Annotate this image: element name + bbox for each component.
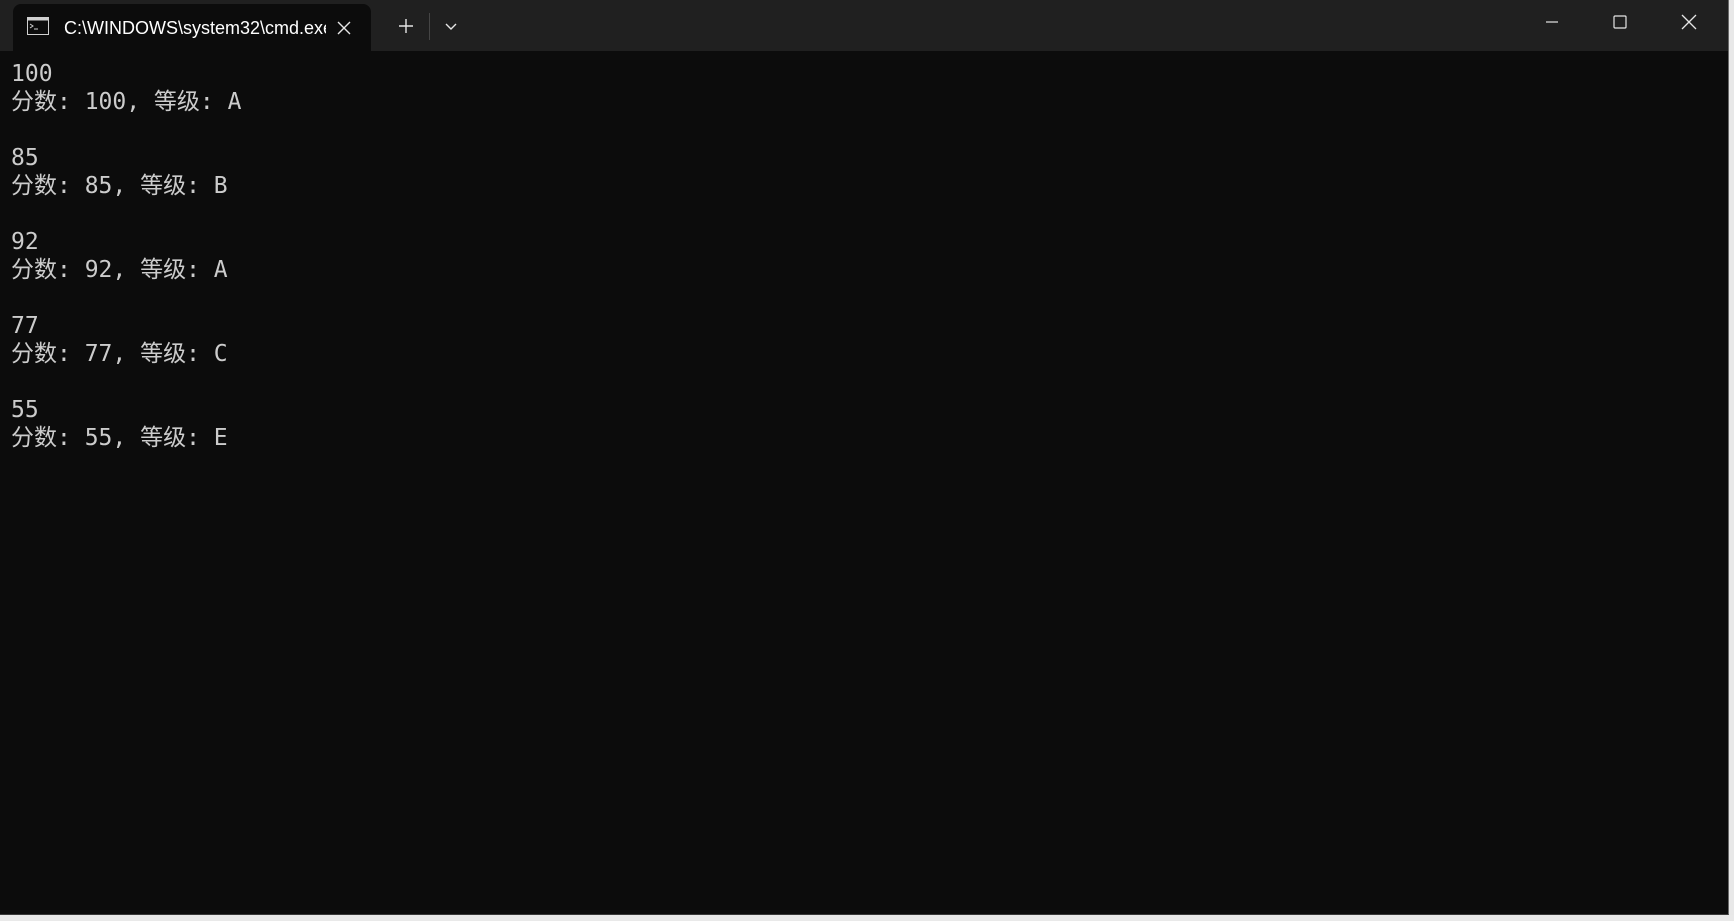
terminal-output: 100 分数: 100, 等级: A 85 分数: 85, 等级: B 92 分…	[11, 60, 241, 452]
window-close-button[interactable]	[1655, 0, 1723, 44]
new-tab-button[interactable]	[390, 11, 422, 41]
tab-cmd[interactable]: C:\WINDOWS\system32\cmd.exe	[13, 4, 371, 51]
terminal-line: 85	[11, 145, 39, 171]
terminal-line: 分数: 92, 等级: A	[11, 257, 228, 283]
desktop-background-edge	[1729, 0, 1734, 921]
minimize-button[interactable]	[1518, 0, 1586, 44]
close-icon	[1681, 14, 1697, 30]
terminal-line: 分数: 85, 等级: B	[11, 173, 228, 199]
maximize-button[interactable]	[1586, 0, 1654, 44]
maximize-icon	[1613, 15, 1627, 29]
plus-icon	[399, 19, 413, 33]
terminal-window: C:\WINDOWS\system32\cmd.exe 100 分数: 100,…	[0, 0, 1729, 915]
terminal-line: 分数: 77, 等级: C	[11, 341, 228, 367]
desktop-background-bottom	[0, 915, 1734, 921]
terminal-line: 分数: 55, 等级: E	[11, 425, 228, 451]
terminal-line: 100	[11, 61, 53, 87]
tab-close-icon[interactable]	[331, 15, 357, 41]
chevron-down-icon	[445, 23, 457, 30]
minimize-icon	[1546, 21, 1558, 23]
tab-separator	[429, 13, 430, 40]
terminal-icon	[27, 17, 49, 35]
terminal-output-area[interactable]: 100 分数: 100, 等级: A 85 分数: 85, 等级: B 92 分…	[0, 51, 1728, 914]
tab-dropdown-button[interactable]	[436, 11, 466, 41]
terminal-line: 77	[11, 313, 39, 339]
tab-title: C:\WINDOWS\system32\cmd.exe	[64, 18, 326, 38]
title-bar[interactable]: C:\WINDOWS\system32\cmd.exe	[0, 0, 1728, 51]
terminal-line: 92	[11, 229, 39, 255]
terminal-line: 分数: 100, 等级: A	[11, 89, 242, 115]
terminal-line: 55	[11, 397, 39, 423]
